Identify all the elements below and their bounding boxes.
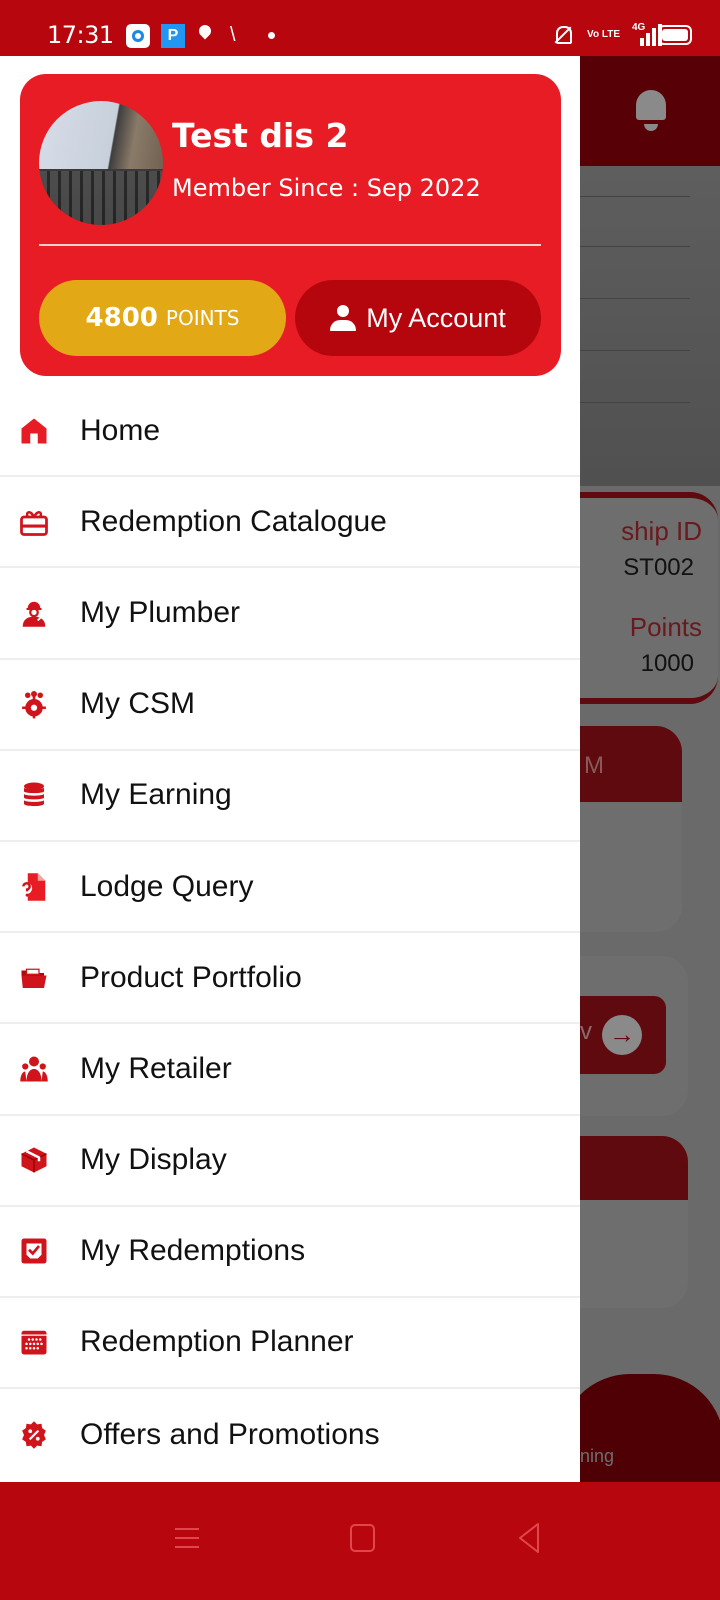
menu-item-label: My Display — [80, 1143, 227, 1177]
plumber-icon — [18, 597, 50, 629]
menu-item-offers-and-promotions[interactable]: Offers and Promotions — [0, 1389, 580, 1480]
menu-item-my-display[interactable]: My Display — [0, 1116, 580, 1207]
membership-id-value: ST002 — [623, 554, 694, 581]
volte-indicator: Vo LTE — [587, 29, 620, 40]
membership-id-label: ship ID — [621, 516, 702, 546]
menu-item-label: My Earning — [80, 778, 232, 812]
query-document-icon — [18, 871, 50, 903]
folder-open-icon — [18, 962, 50, 994]
checkbox-icon — [18, 1235, 50, 1267]
profile-card: Test dis 2 Member Since : Sep 2022 4800 … — [20, 74, 561, 376]
home-icon — [18, 415, 50, 447]
menu-item-label: Home — [80, 413, 161, 447]
menu-item-redemption-catalogue[interactable]: Redemption Catalogue — [0, 477, 580, 569]
menu-item-label: Offers and Promotions — [80, 1417, 380, 1451]
app-notification-icon — [126, 24, 150, 48]
menu-item-label: My Redemptions — [80, 1234, 306, 1268]
background-card: M — [580, 726, 682, 932]
notification-bell-icon — [632, 86, 670, 134]
menu-item-label: Product Portfolio — [80, 960, 302, 994]
background-card-title: M — [580, 726, 682, 802]
system-navigation-bar — [0, 1482, 720, 1600]
person-icon — [330, 305, 357, 331]
menu-item-my-earning[interactable]: My Earning — [0, 751, 580, 842]
background-view-button: v → — [580, 996, 666, 1074]
menu-item-label: Lodge Query — [80, 869, 254, 903]
background-nav-label: ning — [580, 1446, 615, 1466]
background-view-text: v — [580, 1018, 592, 1045]
team-gear-icon — [18, 688, 50, 720]
stylus-icon: \ — [230, 24, 236, 46]
network-type: 4G — [632, 22, 646, 33]
background-bottom-nav: ning — [580, 1374, 720, 1482]
menu-item-redemption-planner[interactable]: Redemption Planner — [0, 1298, 580, 1390]
home-button[interactable] — [340, 1518, 380, 1558]
menu-item-my-redemptions[interactable]: My Redemptions — [0, 1207, 580, 1298]
menu-item-my-retailer[interactable]: My Retailer — [0, 1024, 580, 1116]
divider — [39, 244, 541, 246]
app-p-notification-icon: P — [161, 24, 185, 48]
arrow-right-icon: → — [602, 1015, 642, 1055]
silent-mode-icon — [549, 22, 575, 48]
points-button[interactable]: 4800 POINTS — [39, 280, 286, 356]
menu-item-label: Redemption Planner — [80, 1325, 354, 1359]
background-app-scrim[interactable]: ship ID ST002 Points 1000 M v → ning — [580, 56, 720, 1482]
menu-item-my-plumber[interactable]: My Plumber — [0, 568, 580, 660]
menu-item-home[interactable]: Home — [0, 386, 580, 478]
user-name: Test dis 2 — [172, 116, 349, 155]
background-membership-card: ship ID ST002 Points 1000 — [580, 492, 718, 704]
gift-icon — [18, 506, 50, 538]
my-account-label: My Account — [366, 302, 506, 333]
menu-item-product-portfolio[interactable]: Product Portfolio — [0, 933, 580, 1025]
menu-item-label: Redemption Catalogue — [80, 504, 387, 538]
users-icon — [18, 1053, 50, 1085]
menu-item-lodge-query[interactable]: Lodge Query — [0, 842, 580, 934]
location-icon — [198, 24, 212, 48]
discount-badge-icon — [18, 1419, 50, 1451]
drawer-menu: Home Redemption Catalogue My Plumber My … — [0, 386, 580, 1480]
package-icon — [18, 1144, 50, 1176]
more-notifications-dot-icon — [268, 32, 275, 39]
points-unit: POINTS — [165, 306, 240, 330]
back-button[interactable] — [510, 1518, 550, 1558]
background-header — [580, 56, 720, 166]
background-action-card: v → — [580, 956, 688, 1116]
menu-item-my-csm[interactable]: My CSM — [0, 660, 580, 751]
back-triangle-icon — [519, 1523, 539, 1553]
menu-item-label: My CSM — [80, 687, 195, 721]
status-bar: 17:31 P \ Vo LTE 4G — [0, 0, 720, 56]
points-value: 1000 — [640, 650, 694, 677]
menu-item-label: My Retailer — [80, 1051, 232, 1085]
navigation-drawer: Test dis 2 Member Since : Sep 2022 4800 … — [0, 56, 580, 1482]
points-label: Points — [629, 612, 702, 642]
coin-stack-icon — [18, 779, 50, 811]
battery-icon — [658, 25, 692, 45]
recent-apps-button[interactable] — [167, 1518, 207, 1558]
status-time: 17:31 — [47, 21, 114, 49]
background-card-2 — [580, 1136, 688, 1308]
background-banner — [580, 166, 720, 486]
member-since: Member Since : Sep 2022 — [172, 174, 481, 202]
menu-item-label: My Plumber — [80, 595, 241, 629]
my-account-button[interactable]: My Account — [295, 280, 541, 356]
calendar-icon — [18, 1326, 50, 1358]
avatar[interactable] — [39, 101, 163, 225]
points-value: 4800 — [85, 303, 158, 333]
